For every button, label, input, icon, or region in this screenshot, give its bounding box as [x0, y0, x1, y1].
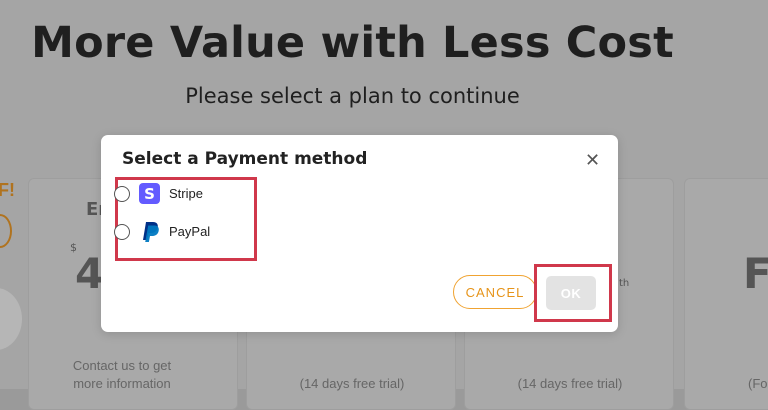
paypal-logo-icon: [139, 221, 160, 242]
paypal-label: PayPal: [169, 224, 211, 239]
plan-card-4-price: F: [743, 249, 768, 298]
close-icon[interactable]: ✕: [585, 151, 600, 169]
plan-card-1-footer: Contact us to get more information: [72, 358, 172, 391]
stripe-label: Stripe: [169, 186, 203, 201]
plan-card-1-price: 4: [75, 249, 105, 298]
payment-method-dialog: Select a Payment method ✕ S Stripe PayPa…: [101, 135, 618, 332]
payment-option-paypal[interactable]: PayPal: [114, 221, 210, 242]
plan-icon-fragment: [0, 214, 12, 248]
page-title: More Value with Less Cost: [31, 18, 674, 68]
paypal-radio[interactable]: [114, 223, 130, 240]
cancel-button[interactable]: CANCEL: [453, 275, 537, 309]
plan-badge-fragment: F!: [0, 180, 15, 200]
page-subtitle: Please select a plan to continue: [185, 84, 520, 108]
plan-decoration: [0, 288, 22, 350]
plan-card-4[interactable]: F (Fo: [684, 178, 768, 410]
payment-option-stripe[interactable]: S Stripe: [114, 183, 203, 204]
plan-card-3-period: th: [619, 278, 630, 289]
stripe-logo-icon: S: [139, 183, 160, 204]
dialog-title: Select a Payment method: [122, 149, 368, 169]
stripe-radio[interactable]: [114, 185, 130, 202]
ok-button[interactable]: OK: [546, 276, 596, 310]
